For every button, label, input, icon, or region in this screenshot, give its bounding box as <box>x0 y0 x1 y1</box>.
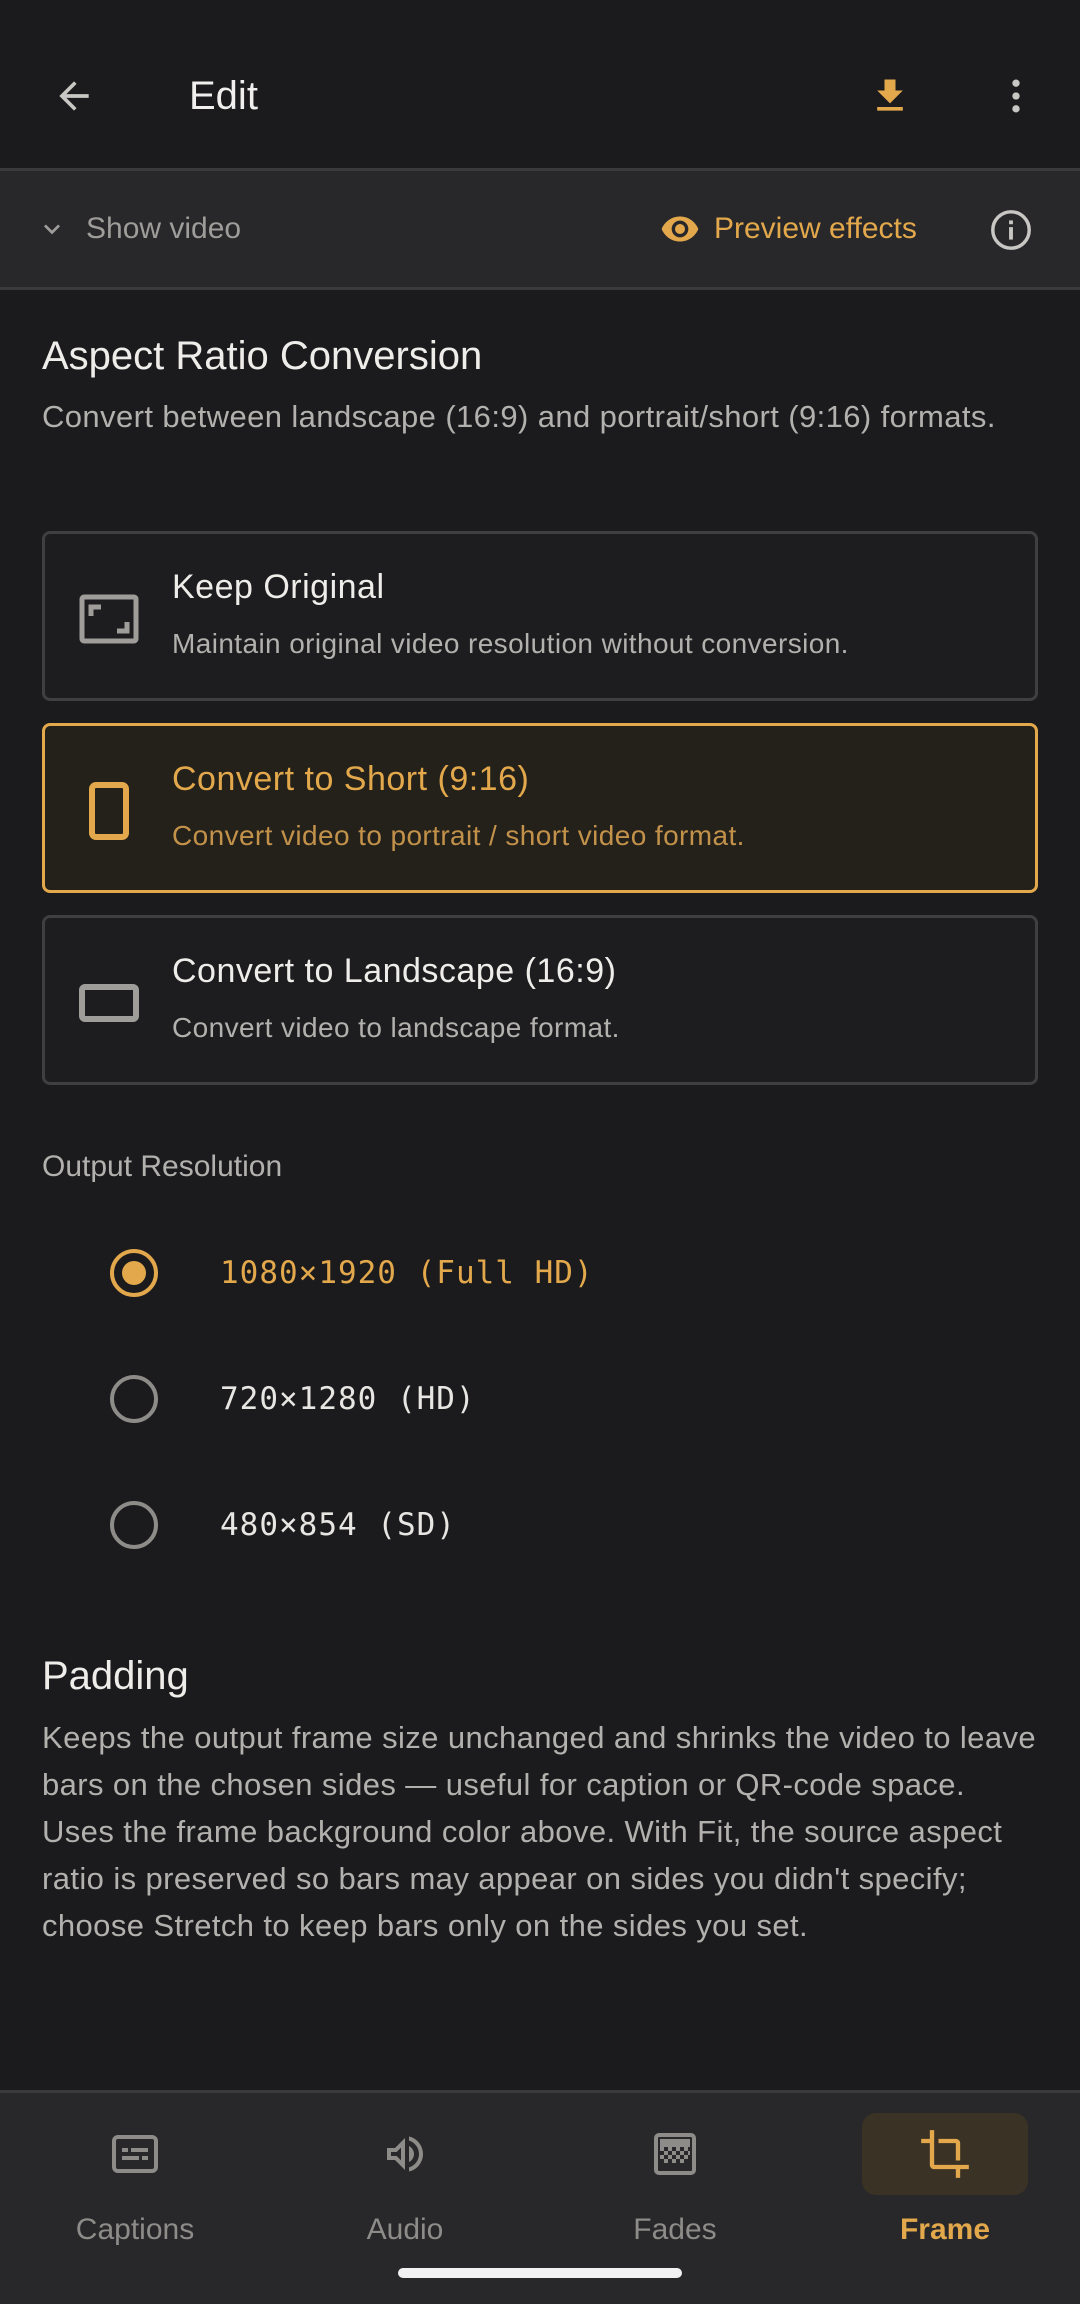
option-title: Convert to Short (9:16) <box>172 760 530 798</box>
keep-original-option[interactable]: Keep Original Maintain original video re… <box>42 531 1038 701</box>
option-subtitle: Convert video to landscape format. <box>172 1012 620 1043</box>
option-subtitle: Convert video to portrait / short video … <box>172 820 745 851</box>
info-icon <box>991 210 1031 250</box>
aspect-ratio-icon <box>79 594 139 644</box>
nav-frame[interactable]: Frame <box>810 2093 1080 2304</box>
preview-effects-label: Preview effects <box>714 212 917 245</box>
option-title: Convert to Landscape (16:9) <box>172 952 617 990</box>
resolution-option-hd[interactable]: 720×1280 (HD) <box>110 1364 476 1434</box>
preview-effects-toggle[interactable]: Preview effects <box>660 199 917 259</box>
landscape-icon <box>79 984 139 1022</box>
radio-button[interactable] <box>110 1249 158 1297</box>
phone-portrait-icon <box>89 782 129 840</box>
chevron-down-icon <box>44 224 60 235</box>
home-indicator[interactable] <box>398 2268 682 2278</box>
nav-label: Captions <box>75 2213 195 2246</box>
resolution-label: 480×854 (SD) <box>220 1507 456 1543</box>
resolution-label: 1080×1920 (Full HD) <box>220 1255 594 1291</box>
more-vert-icon <box>1012 79 1020 113</box>
info-button[interactable] <box>988 207 1034 258</box>
top-app-bar: Edit <box>0 0 1080 168</box>
show-video-toggle[interactable]: Show video <box>36 199 241 259</box>
gradient-icon <box>654 2133 696 2175</box>
nav-label: Fades <box>633 2213 717 2246</box>
frame-settings-content[interactable]: Aspect Ratio Conversion Convert between … <box>0 290 1080 2090</box>
resolution-option-full-hd[interactable]: 1080×1920 (Full HD) <box>110 1238 594 1308</box>
captions-icon <box>112 2135 158 2173</box>
download-icon <box>877 79 903 111</box>
convert-landscape-option[interactable]: Convert to Landscape (16:9) Convert vide… <box>42 915 1038 1085</box>
radio-button[interactable] <box>110 1375 158 1423</box>
resolution-label: 720×1280 (HD) <box>220 1381 476 1417</box>
option-title: Keep Original <box>172 568 385 606</box>
crop-icon <box>921 2130 969 2178</box>
download-button[interactable] <box>842 48 938 144</box>
option-subtitle: Maintain original video resolution witho… <box>172 628 849 659</box>
volume-icon <box>387 2136 423 2172</box>
padding-description: Keeps the output frame size unchanged an… <box>42 1720 1036 1943</box>
output-resolution-label: Output Resolution <box>42 1150 283 1183</box>
radio-button[interactable] <box>110 1501 158 1549</box>
video-toolbar: Show video Preview effects <box>0 168 1080 290</box>
back-button[interactable] <box>26 48 122 144</box>
aspect-ratio-heading: Aspect Ratio Conversion <box>42 334 483 378</box>
nav-label: Audio <box>366 2213 444 2246</box>
more-options-button[interactable] <box>968 48 1064 144</box>
aspect-ratio-description: Convert between landscape (16:9) and por… <box>42 399 996 434</box>
arrow-back-icon <box>59 81 89 111</box>
eye-icon <box>661 216 699 242</box>
resolution-option-sd[interactable]: 480×854 (SD) <box>110 1490 456 1560</box>
padding-heading: Padding <box>42 1654 189 1698</box>
page-title: Edit <box>189 74 258 118</box>
show-video-label: Show video <box>86 212 242 245</box>
nav-captions[interactable]: Captions <box>0 2093 270 2304</box>
nav-label: Frame <box>899 2213 991 2246</box>
convert-short-option[interactable]: Convert to Short (9:16) Convert video to… <box>42 723 1038 893</box>
